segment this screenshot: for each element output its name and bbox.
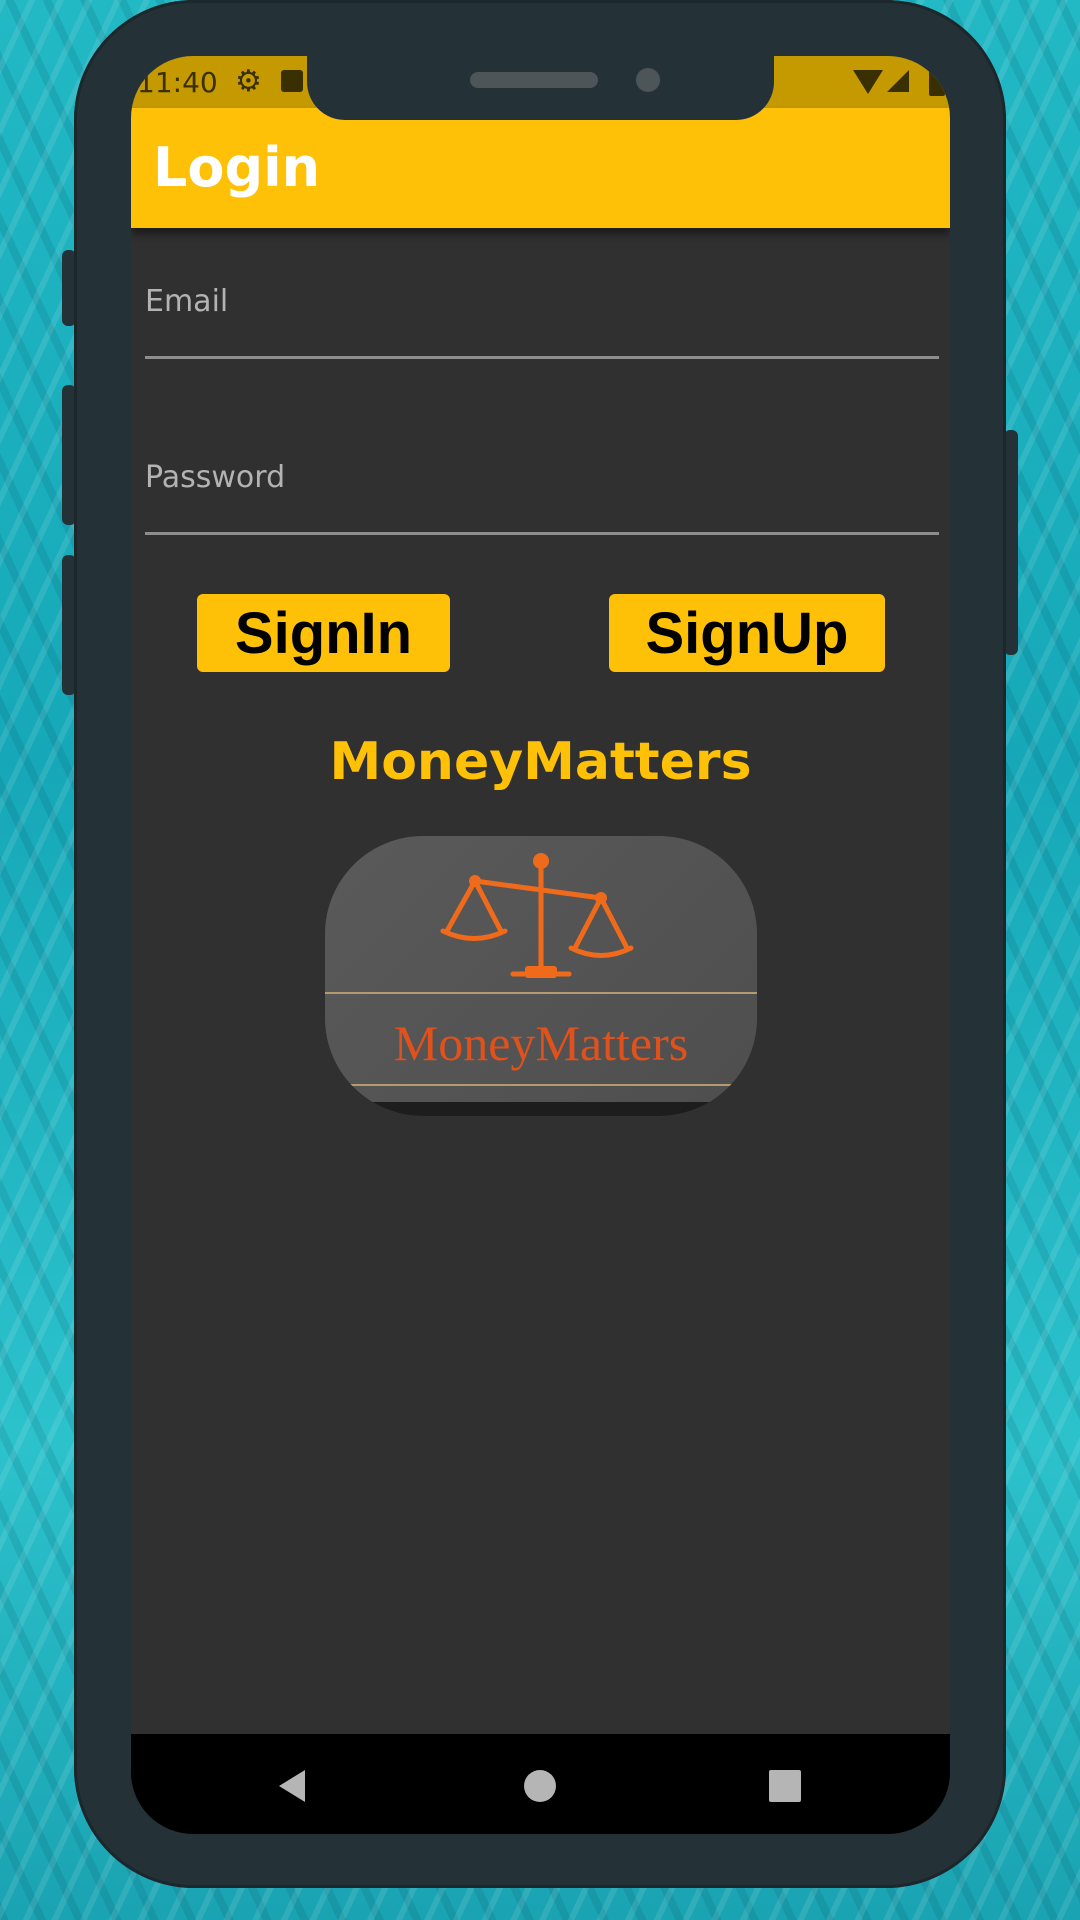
phone-camera [636, 68, 660, 92]
phone-power-button [1004, 430, 1018, 655]
gear-icon: ⚙ [235, 64, 262, 99]
status-time: 11:40 [137, 66, 218, 99]
logo-wordmark: MoneyMatters [393, 1015, 689, 1071]
phone-speaker [470, 72, 598, 88]
lock-icon [281, 70, 303, 92]
wifi-icon [853, 70, 883, 94]
phone-screen: 11:40 ⚙ Login Email Password SignIn Sign… [131, 56, 950, 1834]
email-underline [145, 356, 939, 359]
recents-icon[interactable] [769, 1770, 801, 1802]
app-bar: Login [131, 108, 950, 228]
sign-up-button[interactable]: SignUp [609, 594, 885, 672]
logo-divider-top [325, 992, 757, 994]
page-title: Login [153, 136, 321, 199]
brand-heading: MoneyMatters [329, 732, 752, 792]
password-underline [145, 532, 939, 535]
scales-icon [440, 853, 634, 978]
logo-bottom-strip [325, 1102, 757, 1116]
home-icon[interactable] [524, 1770, 556, 1802]
back-icon[interactable] [279, 1770, 305, 1802]
email-field[interactable] [145, 331, 939, 387]
sign-in-button[interactable]: SignIn [197, 594, 450, 672]
app-logo: MoneyMatters [325, 836, 757, 1116]
signal-icon [887, 70, 909, 92]
navigation-bar [131, 1734, 950, 1834]
battery-icon [929, 68, 945, 96]
email-label: Email [145, 284, 229, 319]
logo-divider-bottom [325, 1084, 757, 1086]
password-label: Password [145, 460, 286, 495]
